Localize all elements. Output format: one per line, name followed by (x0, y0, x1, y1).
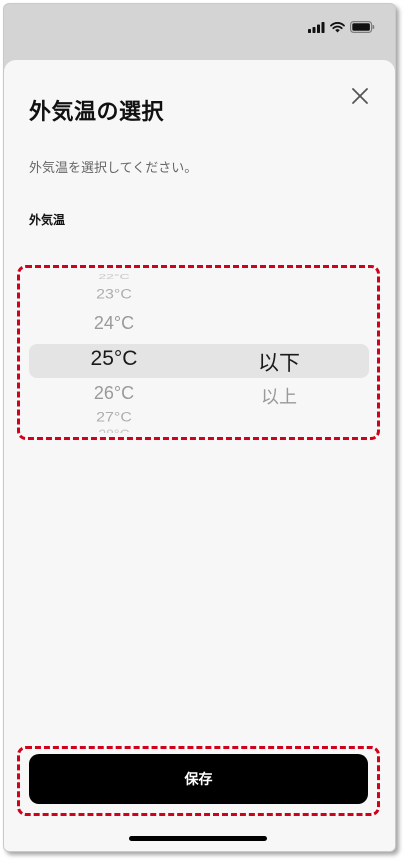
condition-option-below-selected[interactable]: 以下 (219, 347, 339, 377)
picker-option-28[interactable]: 28°C (54, 426, 174, 433)
home-indicator (129, 836, 267, 841)
temperature-picker[interactable]: 22°C 23°C 24°C 25°C 26°C 27°C 28°C 以下 以上 (29, 270, 369, 433)
signal-icon (308, 21, 325, 33)
battery-icon (350, 21, 375, 33)
wifi-icon (330, 21, 345, 32)
save-button[interactable]: 保存 (29, 754, 368, 804)
picker-option-26[interactable]: 26°C (54, 383, 174, 404)
picker-option-23[interactable]: 23°C (54, 287, 174, 302)
phone-frame: 外気温の選択 外気温を選択してください。 外気温 22°C 23°C 24°C … (3, 3, 396, 852)
condition-option-above[interactable]: 以上 (219, 383, 339, 409)
close-icon[interactable] (349, 85, 371, 107)
status-icons (308, 21, 375, 33)
status-bar (4, 4, 395, 60)
dialog-title: 外気温の選択 (29, 100, 165, 125)
picker-option-24[interactable]: 24°C (54, 313, 174, 334)
picker-option-27[interactable]: 27°C (54, 410, 174, 425)
picker-option-25-selected[interactable]: 25°C (54, 347, 174, 371)
bottom-sheet: 外気温の選択 外気温を選択してください。 外気温 22°C 23°C 24°C … (4, 60, 395, 851)
picker-option-22[interactable]: 22°C (54, 272, 174, 281)
field-label: 外気温 (29, 213, 66, 227)
dialog-description: 外気温を選択してください。 (29, 161, 198, 176)
